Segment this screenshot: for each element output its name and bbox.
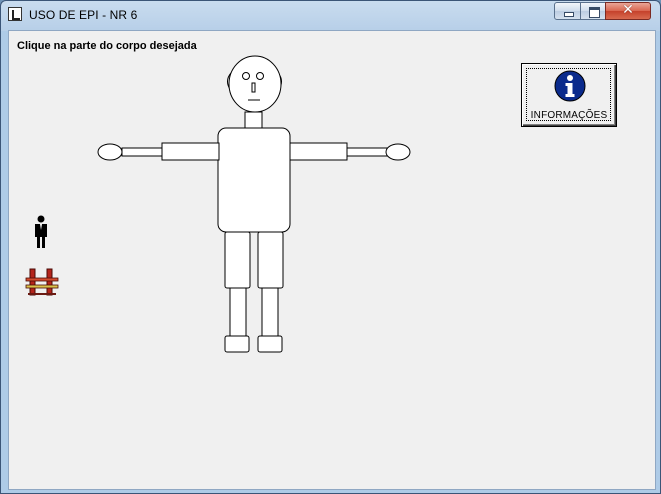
left-thigh[interactable]: [224, 231, 251, 289]
right-forearm[interactable]: [346, 147, 388, 157]
maximize-icon: [589, 7, 600, 18]
right-eye[interactable]: [256, 72, 264, 80]
info-button-label: INFORMAÇÕES: [530, 110, 608, 121]
left-forearm[interactable]: [121, 147, 163, 157]
minimize-button[interactable]: [554, 2, 581, 20]
client-area: Clique na parte do corpo desejada INFORM…: [8, 30, 656, 490]
nose[interactable]: [251, 82, 256, 93]
right-foot[interactable]: [257, 335, 283, 353]
left-hand[interactable]: [97, 143, 123, 161]
left-eye[interactable]: [242, 72, 250, 80]
left-upper-arm[interactable]: [161, 142, 220, 161]
neck[interactable]: [244, 111, 263, 130]
maximize-button[interactable]: [580, 2, 606, 20]
right-thigh[interactable]: [257, 231, 284, 289]
close-icon: ✕: [622, 2, 634, 18]
right-shin[interactable]: [261, 287, 279, 337]
info-icon: [554, 70, 586, 102]
window-title: USO DE EPI - NR 6: [29, 8, 138, 22]
railing-icon[interactable]: [25, 265, 59, 297]
person-icon[interactable]: [33, 215, 49, 249]
right-upper-arm[interactable]: [289, 142, 348, 161]
app-window: USO DE EPI - NR 6 ✕ Clique na parte do c…: [0, 0, 661, 494]
left-foot[interactable]: [224, 335, 250, 353]
close-button[interactable]: ✕: [605, 2, 651, 20]
app-icon[interactable]: [8, 7, 22, 21]
left-shin[interactable]: [229, 287, 247, 337]
info-button[interactable]: INFORMAÇÕES: [521, 63, 617, 127]
right-hand[interactable]: [385, 143, 411, 161]
minimize-icon: [564, 12, 574, 17]
title-bar[interactable]: USO DE EPI - NR 6 ✕: [1, 1, 660, 30]
torso[interactable]: [217, 127, 291, 233]
